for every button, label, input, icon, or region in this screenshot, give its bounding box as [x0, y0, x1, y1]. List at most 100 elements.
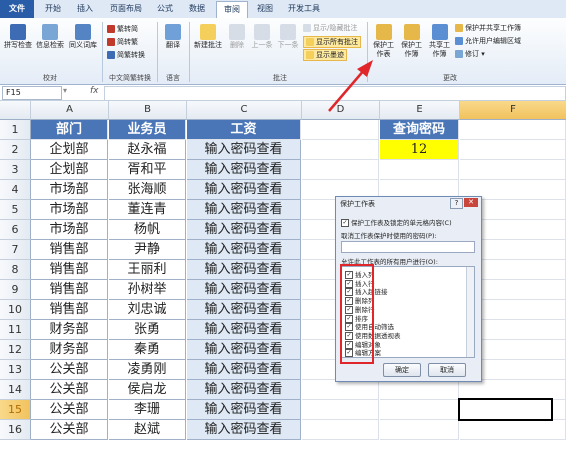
row-header[interactable]: 5	[0, 200, 31, 220]
table-cell[interactable]: 输入密码查看	[187, 400, 301, 420]
to-traditional-button[interactable]: 繁转简	[107, 24, 138, 34]
allow-edit-ranges-button[interactable]: 允许用户编辑区域	[455, 36, 521, 46]
table-cell[interactable]: 输入密码查看	[187, 380, 301, 400]
translate-button[interactable]: 翻译	[160, 24, 186, 50]
table-cell[interactable]: 输入密码查看	[187, 200, 301, 220]
table-cell[interactable]: 销售部	[31, 240, 108, 260]
row-header[interactable]: 4	[0, 180, 31, 200]
table-cell[interactable]: 公关部	[31, 420, 108, 440]
column-header[interactable]: F	[460, 101, 566, 120]
name-box[interactable]: F15	[2, 86, 62, 100]
table-cell[interactable]: 企划部	[31, 140, 108, 160]
grid-cell[interactable]	[380, 400, 459, 420]
table-cell[interactable]: 尹静	[109, 240, 186, 260]
row-header[interactable]: 9	[0, 280, 31, 300]
tab-review[interactable]: 审阅	[216, 1, 248, 18]
grid-cell[interactable]	[460, 120, 566, 140]
scrollbar[interactable]	[466, 267, 474, 357]
grid-cell[interactable]	[380, 160, 459, 180]
table-cell[interactable]: 输入密码查看	[187, 340, 301, 360]
row-header[interactable]: 2	[0, 140, 31, 160]
password-input[interactable]	[341, 241, 475, 253]
thesaurus-button[interactable]: 同义词库	[67, 24, 99, 50]
new-comment-button[interactable]: 新建批注	[192, 24, 224, 50]
column-header[interactable]: B	[109, 101, 187, 120]
row-header[interactable]: 3	[0, 160, 31, 180]
row-header[interactable]: 12	[0, 340, 31, 360]
protect-share-workbook-button[interactable]: 保护并共享工作簿	[455, 23, 521, 33]
table-cell[interactable]: 输入密码查看	[187, 300, 301, 320]
table-cell[interactable]: 张海顺	[109, 180, 186, 200]
table-cell[interactable]: 凌勇刚	[109, 360, 186, 380]
show-hide-comment-button[interactable]: 显示/隐藏批注	[303, 23, 357, 33]
table-cell[interactable]: 财务部	[31, 320, 108, 340]
next-comment-button[interactable]: 下一条	[276, 24, 300, 50]
table-cell[interactable]: 侯启龙	[109, 380, 186, 400]
name-box-dropdown-icon[interactable]: ▾	[63, 86, 67, 95]
table-cell[interactable]: 输入密码查看	[187, 280, 301, 300]
grid-cell[interactable]	[302, 160, 379, 180]
table-cell[interactable]: 销售部	[31, 280, 108, 300]
row-header[interactable]: 11	[0, 320, 31, 340]
row-header[interactable]: 13	[0, 360, 31, 380]
tab-page-layout[interactable]: 页面布局	[104, 1, 148, 17]
protect-sheet-button[interactable]: 保护工作表	[370, 24, 397, 59]
grid-cell[interactable]	[380, 420, 459, 440]
fx-icon[interactable]: fx	[90, 86, 99, 96]
grid-cell[interactable]	[460, 160, 566, 180]
track-changes-button[interactable]: 修订 ▾	[455, 49, 485, 59]
row-header[interactable]: 15	[0, 400, 31, 420]
query-value-cell[interactable]: 12	[380, 140, 459, 160]
table-cell[interactable]: 王丽利	[109, 260, 186, 280]
table-cell[interactable]: 销售部	[31, 300, 108, 320]
tab-file[interactable]: 文件	[0, 0, 34, 18]
table-cell[interactable]: 企划部	[31, 160, 108, 180]
table-cell[interactable]: 输入密码查看	[187, 140, 301, 160]
to-simplified-button[interactable]: 简转繁	[107, 37, 138, 47]
table-cell[interactable]: 公关部	[31, 380, 108, 400]
chinese-convert-button[interactable]: 简繁转换	[107, 50, 145, 60]
selected-cell[interactable]	[458, 398, 553, 421]
grid-cell[interactable]	[302, 380, 379, 400]
table-cell[interactable]: 输入密码查看	[187, 420, 301, 440]
column-header[interactable]: C	[187, 101, 302, 120]
tab-formulas[interactable]: 公式	[150, 1, 180, 17]
share-workbook-button[interactable]: 共享工作簿	[426, 24, 453, 59]
delete-comment-button[interactable]: 删除	[226, 24, 248, 50]
row-header[interactable]: 8	[0, 260, 31, 280]
table-cell[interactable]: 胥和平	[109, 160, 186, 180]
row-header[interactable]: 14	[0, 380, 31, 400]
row-header[interactable]: 1	[0, 120, 31, 140]
column-header[interactable]: A	[31, 101, 109, 120]
tab-home[interactable]: 开始	[38, 1, 68, 17]
table-cell[interactable]: 秦勇	[109, 340, 186, 360]
select-all-corner[interactable]	[0, 101, 31, 120]
tab-insert[interactable]: 插入	[70, 1, 100, 17]
table-cell[interactable]: 销售部	[31, 260, 108, 280]
row-header[interactable]: 16	[0, 420, 31, 440]
grid-cell[interactable]	[302, 120, 379, 140]
table-cell[interactable]: 董连青	[109, 200, 186, 220]
table-cell[interactable]: 李珊	[109, 400, 186, 420]
table-cell[interactable]: 输入密码查看	[187, 320, 301, 340]
close-icon[interactable]: ✕	[464, 198, 478, 207]
grid-cell[interactable]	[302, 140, 379, 160]
table-cell[interactable]: 市场部	[31, 200, 108, 220]
protect-workbook-button[interactable]: 保护工作簿	[398, 24, 425, 59]
table-cell[interactable]: 杨帆	[109, 220, 186, 240]
grid-cell[interactable]	[380, 380, 459, 400]
table-cell[interactable]: 张勇	[109, 320, 186, 340]
table-header-cell[interactable]: 部门	[31, 120, 108, 140]
grid-cell[interactable]	[460, 420, 566, 440]
tab-developer[interactable]: 开发工具	[282, 1, 326, 17]
protect-contents-checkbox[interactable]: ✓ 保护工作表及锁定的单元格内容(C)	[341, 217, 452, 227]
table-cell[interactable]: 孙树举	[109, 280, 186, 300]
spell-check-button[interactable]: 拼写检查	[3, 24, 33, 50]
table-header-cell[interactable]: 工资	[187, 120, 301, 140]
table-cell[interactable]: 市场部	[31, 180, 108, 200]
table-cell[interactable]: 市场部	[31, 220, 108, 240]
table-cell[interactable]: 输入密码查看	[187, 240, 301, 260]
tab-data[interactable]: 数据	[182, 1, 212, 17]
table-cell[interactable]: 赵永福	[109, 140, 186, 160]
grid-cell[interactable]	[302, 400, 379, 420]
